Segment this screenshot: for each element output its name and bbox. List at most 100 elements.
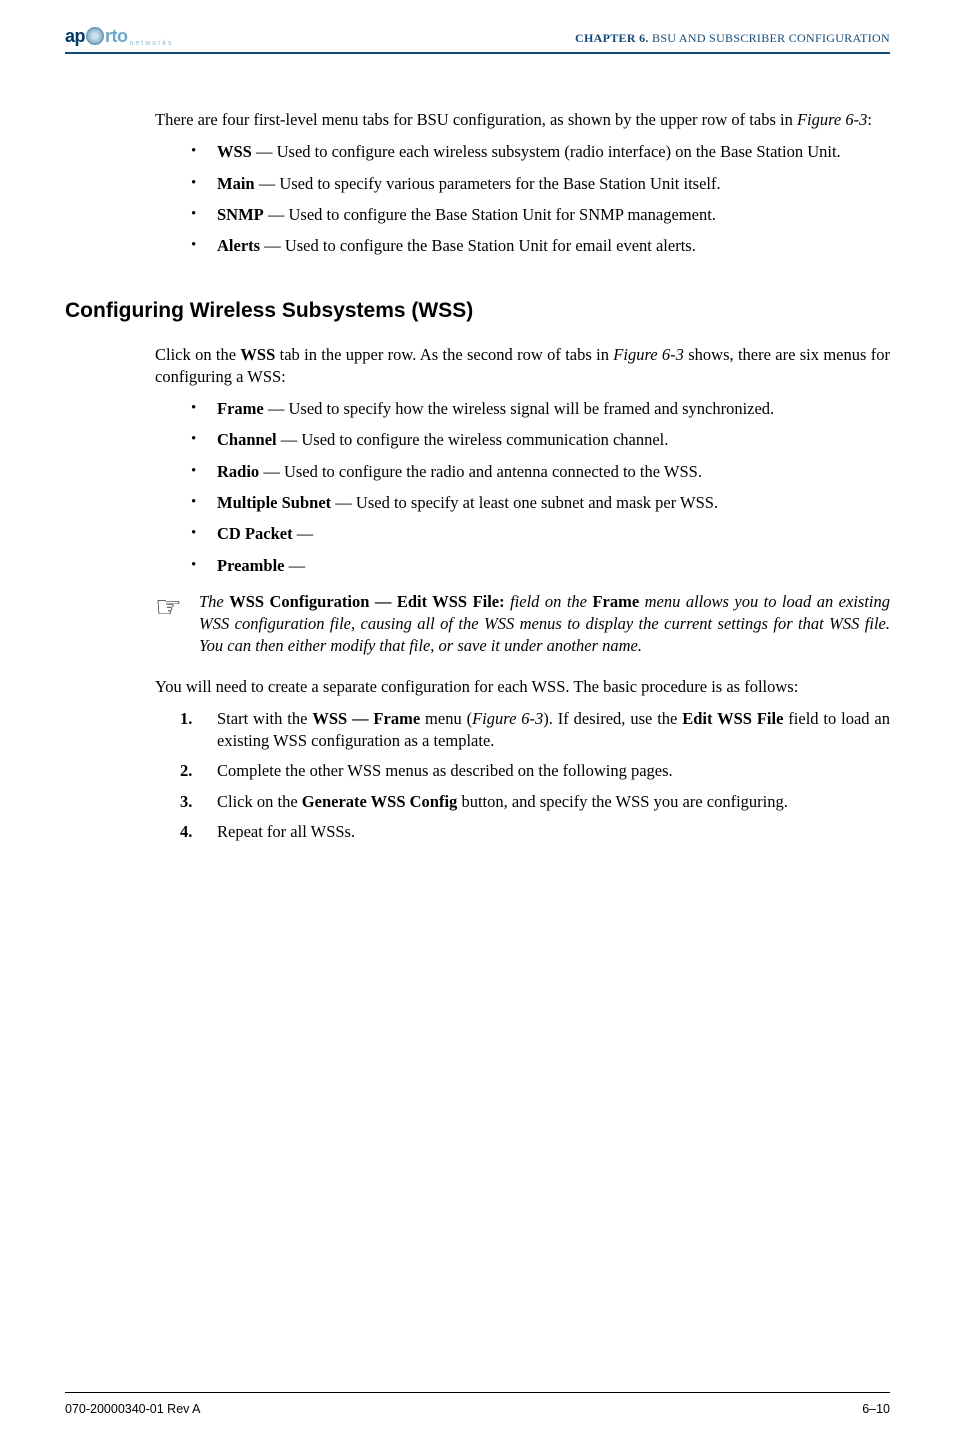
section-paragraph-2: You will need to create a separate confi… <box>155 676 890 698</box>
bullet-text: Channel — Used to configure the wireless… <box>217 429 890 451</box>
note: ☞ The WSS Configuration — Edit WSS File:… <box>155 591 890 658</box>
desc: — Used to configure the wireless communi… <box>277 430 669 449</box>
step-text: Start with the WSS — Frame menu (Figure … <box>217 708 890 753</box>
t: Figure 6-3 <box>613 345 684 364</box>
bullet-icon: • <box>191 398 217 420</box>
t: Complete the other WSS menus as describe… <box>217 761 673 780</box>
list-item: • Alerts — Used to configure the Base St… <box>191 235 890 257</box>
term: Radio <box>217 462 259 481</box>
intro-bullets: • WSS — Used to configure each wireless … <box>191 141 890 257</box>
step-text: Complete the other WSS menus as describe… <box>217 760 890 782</box>
footer-page-number: 6–10 <box>862 1401 890 1418</box>
t: field on the <box>505 592 593 611</box>
list-item: 1. Start with the WSS — Frame menu (Figu… <box>180 708 890 753</box>
desc: — <box>293 524 314 543</box>
desc: — Used to configure the Base Station Uni… <box>264 205 716 224</box>
bullet-text: WSS — Used to configure each wireless su… <box>217 141 890 163</box>
step-number: 1. <box>180 708 217 753</box>
intro-p1-fig: Figure 6-3 <box>797 110 867 129</box>
t: WSS — Frame <box>312 709 420 728</box>
desc: — Used to specify various parameters for… <box>255 174 721 193</box>
list-item: • SNMP — Used to configure the Base Stat… <box>191 204 890 226</box>
list-item: • Channel — Used to configure the wirele… <box>191 429 890 451</box>
t: The <box>199 592 229 611</box>
t: Generate WSS Config <box>302 792 458 811</box>
step-text: Click on the Generate WSS Config button,… <box>217 791 890 813</box>
list-item: 2. Complete the other WSS menus as descr… <box>180 760 890 782</box>
list-item: • Preamble — <box>191 555 890 577</box>
t: tab in the upper row. As the second row … <box>275 345 613 364</box>
logo: ap rto networks <box>65 24 174 48</box>
step-number: 2. <box>180 760 217 782</box>
step-number: 3. <box>180 791 217 813</box>
bullet-icon: • <box>191 461 217 483</box>
term: WSS <box>217 142 252 161</box>
t: Start with the <box>217 709 312 728</box>
desc: — Used to configure the Base Station Uni… <box>260 236 696 255</box>
term: CD Packet <box>217 524 293 543</box>
content: There are four first-level menu tabs for… <box>65 54 890 1372</box>
term: Alerts <box>217 236 260 255</box>
page-header: ap rto networks CHAPTER 6. BSU AND SUBSC… <box>65 10 890 48</box>
term: Preamble <box>217 556 285 575</box>
t: Edit WSS File <box>682 709 783 728</box>
bullet-text: Frame — Used to specify how the wireless… <box>217 398 890 420</box>
list-item: • Radio — Used to configure the radio an… <box>191 461 890 483</box>
bullet-text: Radio — Used to configure the radio and … <box>217 461 890 483</box>
t: Frame <box>592 592 639 611</box>
chapter-prefix: CHAPTER 6. <box>575 31 652 45</box>
term: SNMP <box>217 205 264 224</box>
pointing-hand-icon: ☞ <box>155 591 199 623</box>
footer-doc-id: 070-20000340-01 Rev A <box>65 1401 201 1418</box>
list-item: • CD Packet — <box>191 523 890 545</box>
list-item: • WSS — Used to configure each wireless … <box>191 141 890 163</box>
bullet-icon: • <box>191 492 217 514</box>
list-item: 3. Click on the Generate WSS Config butt… <box>180 791 890 813</box>
procedure-steps: 1. Start with the WSS — Frame menu (Figu… <box>180 708 890 843</box>
desc: — Used to configure the radio and antenn… <box>259 462 702 481</box>
page: ap rto networks CHAPTER 6. BSU AND SUBSC… <box>0 0 955 1443</box>
bullet-text: Main — Used to specify various parameter… <box>217 173 890 195</box>
t: WSS <box>240 345 275 364</box>
term: Multiple Subnet <box>217 493 331 512</box>
section-paragraph-1: Click on the WSS tab in the upper row. A… <box>155 344 890 389</box>
bullet-icon: • <box>191 555 217 577</box>
desc: — Used to configure each wireless subsys… <box>252 142 841 161</box>
bullet-text: Multiple Subnet — Used to specify at lea… <box>217 492 890 514</box>
list-item: 4. Repeat for all WSSs. <box>180 821 890 843</box>
t: ). If desired, use the <box>543 709 682 728</box>
wss-bullets: • Frame — Used to specify how the wirele… <box>191 398 890 577</box>
step-text: Repeat for all WSSs. <box>217 821 890 843</box>
desc: — Used to specify at least one subnet an… <box>331 493 718 512</box>
list-item: • Main — Used to specify various paramet… <box>191 173 890 195</box>
intro-p1-b: : <box>867 110 872 129</box>
list-item: • Frame — Used to specify how the wirele… <box>191 398 890 420</box>
t: Click on the <box>217 792 302 811</box>
note-text: The WSS Configuration — Edit WSS File: f… <box>199 591 890 658</box>
bullet-icon: • <box>191 173 217 195</box>
bullet-icon: • <box>191 523 217 545</box>
t: menu ( <box>420 709 472 728</box>
chapter-title: BSU AND SUBSCRIBER CONFIGURATION <box>652 31 890 45</box>
bullet-icon: • <box>191 429 217 451</box>
bullet-text: Preamble — <box>217 555 890 577</box>
t: WSS Configuration — Edit WSS File: <box>229 592 504 611</box>
t: button, and specify the WSS you are conf… <box>457 792 788 811</box>
bullet-text: CD Packet — <box>217 523 890 545</box>
desc: — Used to specify how the wireless signa… <box>264 399 774 418</box>
logo-o-icon <box>86 27 104 45</box>
t: Click on the <box>155 345 240 364</box>
desc: — <box>285 556 306 575</box>
intro-paragraph: There are four first-level menu tabs for… <box>155 109 890 131</box>
term: Channel <box>217 430 277 449</box>
list-item: • Multiple Subnet — Used to specify at l… <box>191 492 890 514</box>
bullet-icon: • <box>191 235 217 257</box>
step-number: 4. <box>180 821 217 843</box>
logo-subtext: networks <box>130 39 174 48</box>
term: Frame <box>217 399 264 418</box>
section-heading: Configuring Wireless Subsystems (WSS) <box>65 297 890 325</box>
bullet-icon: • <box>191 141 217 163</box>
t: Figure 6-3 <box>472 709 543 728</box>
logo-text-b: rto <box>105 24 128 48</box>
logo-text-a: ap <box>65 24 85 48</box>
